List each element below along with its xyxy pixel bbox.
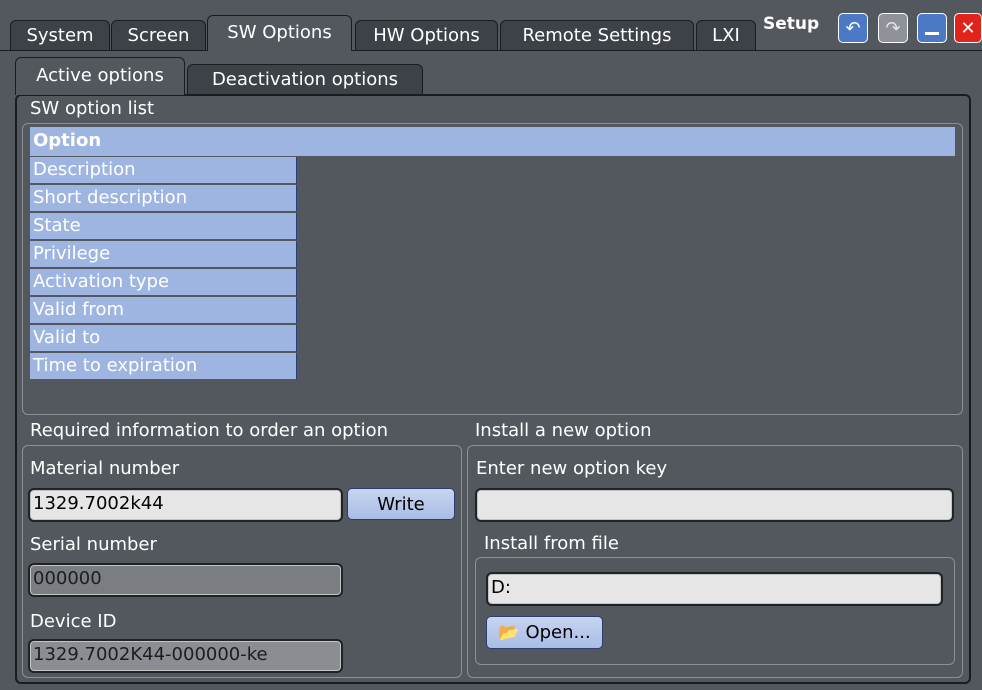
close-icon: ✕ xyxy=(960,17,976,39)
order-info-title: Required information to order an option xyxy=(30,420,389,441)
subtab-active-options[interactable]: Active options xyxy=(15,57,185,95)
open-button[interactable]: 📂 Open... xyxy=(486,616,603,649)
file-path-input[interactable]: D: xyxy=(486,572,943,606)
option-column-header[interactable]: Option xyxy=(30,127,955,156)
device-id-field: 1329.7002K44-000000-ke xyxy=(28,639,343,673)
write-button[interactable]: Write xyxy=(347,488,455,520)
open-button-label: Open... xyxy=(525,622,591,643)
tab-hw-options[interactable]: HW Options xyxy=(355,20,498,50)
row-activation-type: Activation type xyxy=(30,269,297,296)
option-key-input[interactable] xyxy=(475,488,954,522)
close-button[interactable]: ✕ xyxy=(954,13,982,43)
install-from-file-title: Install from file xyxy=(484,533,619,554)
redo-icon: ↷ xyxy=(885,17,901,39)
row-description: Description xyxy=(30,157,297,184)
tab-bar-line xyxy=(0,50,982,51)
undo-icon: ↶ xyxy=(845,17,861,39)
redo-button[interactable]: ↷ xyxy=(878,13,908,43)
tab-lxi[interactable]: LXI xyxy=(696,20,756,50)
undo-button[interactable]: ↶ xyxy=(838,13,868,43)
tab-sw-options[interactable]: SW Options xyxy=(207,15,352,51)
subtab-deactivation-options[interactable]: Deactivation options xyxy=(187,64,423,95)
row-time-to-expiration: Time to expiration xyxy=(30,353,297,380)
material-number-field[interactable]: 1329.7002k44 xyxy=(28,488,343,522)
tab-system[interactable]: System xyxy=(10,20,110,50)
folder-open-icon: 📂 xyxy=(498,622,520,643)
serial-number-field: 000000 xyxy=(28,563,343,597)
serial-number-label: Serial number xyxy=(30,534,157,555)
row-valid-to: Valid to xyxy=(30,325,297,352)
window-title: Setup xyxy=(763,14,820,34)
write-button-label: Write xyxy=(377,493,425,515)
row-privilege: Privilege xyxy=(30,241,297,268)
tab-remote-settings[interactable]: Remote Settings xyxy=(500,20,694,50)
install-title: Install a new option xyxy=(475,420,652,441)
device-id-label: Device ID xyxy=(30,611,117,632)
row-valid-from: Valid from xyxy=(30,297,297,324)
row-state: State xyxy=(30,213,297,240)
minimize-icon xyxy=(925,31,939,35)
row-short-description: Short description xyxy=(30,185,297,212)
tab-screen[interactable]: Screen xyxy=(111,20,206,50)
material-number-label: Material number xyxy=(30,458,180,479)
sw-option-list-title: SW option list xyxy=(30,98,155,119)
option-key-label: Enter new option key xyxy=(476,458,668,479)
minimize-button[interactable] xyxy=(917,13,947,43)
